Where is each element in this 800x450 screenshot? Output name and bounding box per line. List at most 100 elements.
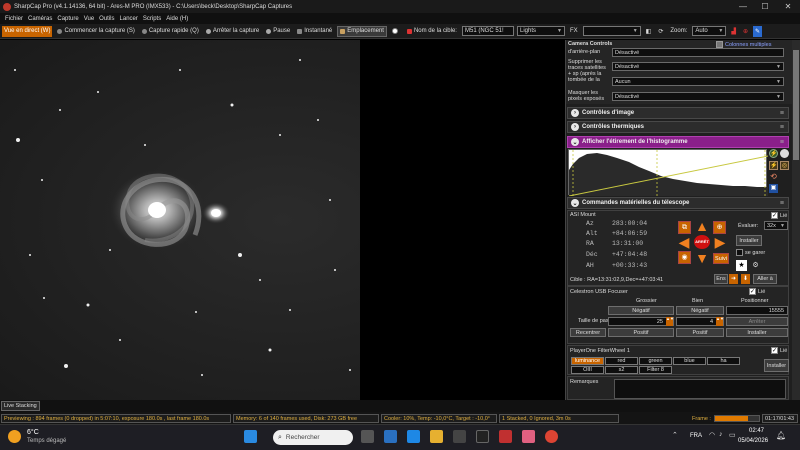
background-select[interactable]: Désactivé: [612, 48, 784, 57]
mount-linked-checkbox[interactable]: ✓: [771, 212, 778, 219]
rate-select[interactable]: 32x ▼: [764, 221, 788, 230]
sharpcap-taskbar-icon[interactable]: [499, 430, 512, 443]
focuser-linked-checkbox[interactable]: ✓: [749, 288, 756, 295]
crosshair-icon[interactable]: ⊕: [741, 26, 750, 37]
snapshot-button[interactable]: Instantané: [295, 26, 334, 37]
recenter-button[interactable]: Recentrer: [570, 328, 606, 337]
save-icon[interactable]: ▣: [769, 184, 778, 193]
remarks-textarea[interactable]: [614, 379, 786, 399]
settings-icon[interactable]: ⚙: [750, 260, 761, 271]
target-stretch-icon[interactable]: ◎: [780, 161, 789, 170]
lightning-icon[interactable]: ⚡: [769, 161, 778, 170]
menu-cameras[interactable]: Caméras: [28, 16, 52, 22]
flip-icon[interactable]: ◧: [644, 26, 654, 37]
filter-oiii[interactable]: OIII: [571, 366, 604, 374]
file-explorer-icon[interactable]: [430, 430, 443, 443]
start-capture-button[interactable]: Commencer la capture (S): [55, 26, 136, 37]
satellite-trails-select[interactable]: Désactivé ▼: [612, 62, 784, 71]
store-icon[interactable]: [453, 430, 466, 443]
slew-button[interactable]: Ens: [714, 274, 728, 284]
rotate-icon[interactable]: ⟳: [656, 26, 665, 37]
filterwheel-install-button[interactable]: Installer: [764, 359, 789, 372]
focuser-install-button[interactable]: Installer: [726, 328, 788, 337]
maximize-button[interactable]: ☐: [754, 0, 776, 13]
hamburger-icon[interactable]: ≡: [780, 124, 784, 131]
panel-scrollbar[interactable]: [792, 40, 800, 400]
start-icon[interactable]: [244, 430, 257, 443]
south-arrow-icon[interactable]: ▼: [694, 251, 710, 265]
stop-button[interactable]: ARRÊT: [694, 235, 710, 249]
focuser-stop-button[interactable]: Arrêter: [726, 317, 788, 326]
fine-negative-button[interactable]: Négatif: [676, 306, 724, 315]
tray-chevron-icon[interactable]: ⌃: [672, 431, 678, 439]
menu-aide[interactable]: Aide (H): [166, 16, 188, 22]
telescope-header[interactable]: ⌄ Commandes matérielles du télescope ≡: [567, 197, 789, 209]
battery-icon[interactable]: ▭: [729, 431, 736, 439]
hamburger-icon[interactable]: ≡: [780, 139, 784, 146]
menu-vue[interactable]: Vue: [84, 16, 94, 22]
multi-columns-checkbox[interactable]: [716, 41, 723, 48]
search-box[interactable]: ⌕ Rechercher: [273, 430, 353, 445]
coarse-positive-button[interactable]: Positif: [608, 328, 674, 337]
menu-scripts[interactable]: Scripts: [143, 16, 161, 22]
hide-pixels-select[interactable]: Désactivé ▼: [612, 92, 784, 101]
menu-lancer[interactable]: Lancer: [120, 16, 138, 22]
east-arrow-icon[interactable]: ▶: [712, 235, 728, 249]
contrast-icon[interactable]: [780, 149, 789, 158]
coarse-step-input[interactable]: 25: [608, 317, 674, 326]
notification-icon[interactable]: 🔔︎: [776, 431, 786, 440]
spinner-icon[interactable]: ▲▼: [716, 317, 724, 326]
histogram-header[interactable]: ⌄ Afficher l'étirement de l'histogramme …: [567, 136, 789, 148]
terminal-icon[interactable]: [476, 430, 489, 443]
down-arrow-icon[interactable]: ⬇: [741, 274, 750, 284]
west-arrow-icon[interactable]: ◀: [676, 235, 692, 249]
zoom-select[interactable]: Auto ▼: [692, 26, 727, 36]
fine-positive-button[interactable]: Positif: [676, 328, 724, 337]
pause-button[interactable]: Pause: [264, 26, 292, 37]
home-icon[interactable]: ◉: [678, 251, 691, 264]
filter-blue[interactable]: blue: [673, 357, 706, 365]
filter-red[interactable]: red: [605, 357, 638, 365]
thermal-controls-header[interactable]: › Contrôles thermiques ≡: [567, 121, 789, 133]
menu-capture[interactable]: Capture: [57, 16, 78, 22]
park-checkbox[interactable]: [736, 249, 743, 256]
spinner-icon[interactable]: ▲▼: [666, 317, 674, 326]
filter-green[interactable]: green: [639, 357, 672, 365]
north-arrow-icon[interactable]: ▲: [694, 219, 710, 233]
pen-tool-icon[interactable]: ✎: [753, 25, 763, 37]
hamburger-icon[interactable]: ≡: [780, 110, 784, 117]
edge-icon[interactable]: [407, 430, 420, 443]
mount-install-button[interactable]: Installer: [736, 235, 762, 246]
placement-button[interactable]: Emplacement: [337, 25, 387, 37]
app-icon[interactable]: [384, 430, 397, 443]
task-view-icon[interactable]: [361, 430, 374, 443]
crosshair-target-icon[interactable]: ⊕: [713, 221, 726, 234]
fx-select[interactable]: ▼: [582, 26, 641, 36]
goto-button[interactable]: Aller à: [753, 274, 777, 284]
histogram-tool-icon[interactable]: ▟: [729, 26, 738, 37]
menu-outils[interactable]: Outils: [99, 16, 114, 22]
weather-icon[interactable]: [8, 430, 21, 443]
close-button[interactable]: ✕: [777, 0, 799, 13]
wifi-icon[interactable]: ◠: [709, 431, 715, 439]
hamburger-icon[interactable]: ≡: [780, 200, 784, 207]
menu-fichier[interactable]: Fichier: [5, 16, 23, 22]
language-indicator[interactable]: FRA: [690, 433, 702, 439]
filter-8[interactable]: Filter 8: [639, 366, 672, 374]
media-icon[interactable]: [522, 430, 535, 443]
position-input[interactable]: 15555: [726, 306, 788, 315]
filter-s2[interactable]: s2: [605, 366, 638, 374]
quick-capture-button[interactable]: Capture rapide (Q): [140, 26, 201, 37]
target-name-input[interactable]: M51 (NGC 51!: [461, 26, 514, 36]
right-arrow-icon[interactable]: ➜: [729, 274, 738, 284]
star-icon[interactable]: ★: [736, 260, 747, 271]
filterwheel-linked-checkbox[interactable]: ✓: [771, 347, 778, 354]
live-stacking-tab[interactable]: Live Stacking: [1, 401, 40, 411]
live-view-button[interactable]: Vue en direct (W): [2, 25, 53, 37]
spiral-search-icon[interactable]: ⧉: [678, 221, 691, 234]
image-viewer[interactable]: [0, 40, 565, 400]
histogram-plot[interactable]: [568, 149, 769, 197]
filter-ha[interactable]: ha: [707, 357, 740, 365]
tracking-button[interactable]: Suivi: [713, 253, 729, 264]
auto-stretch-icon[interactable]: ⚡: [769, 149, 778, 158]
